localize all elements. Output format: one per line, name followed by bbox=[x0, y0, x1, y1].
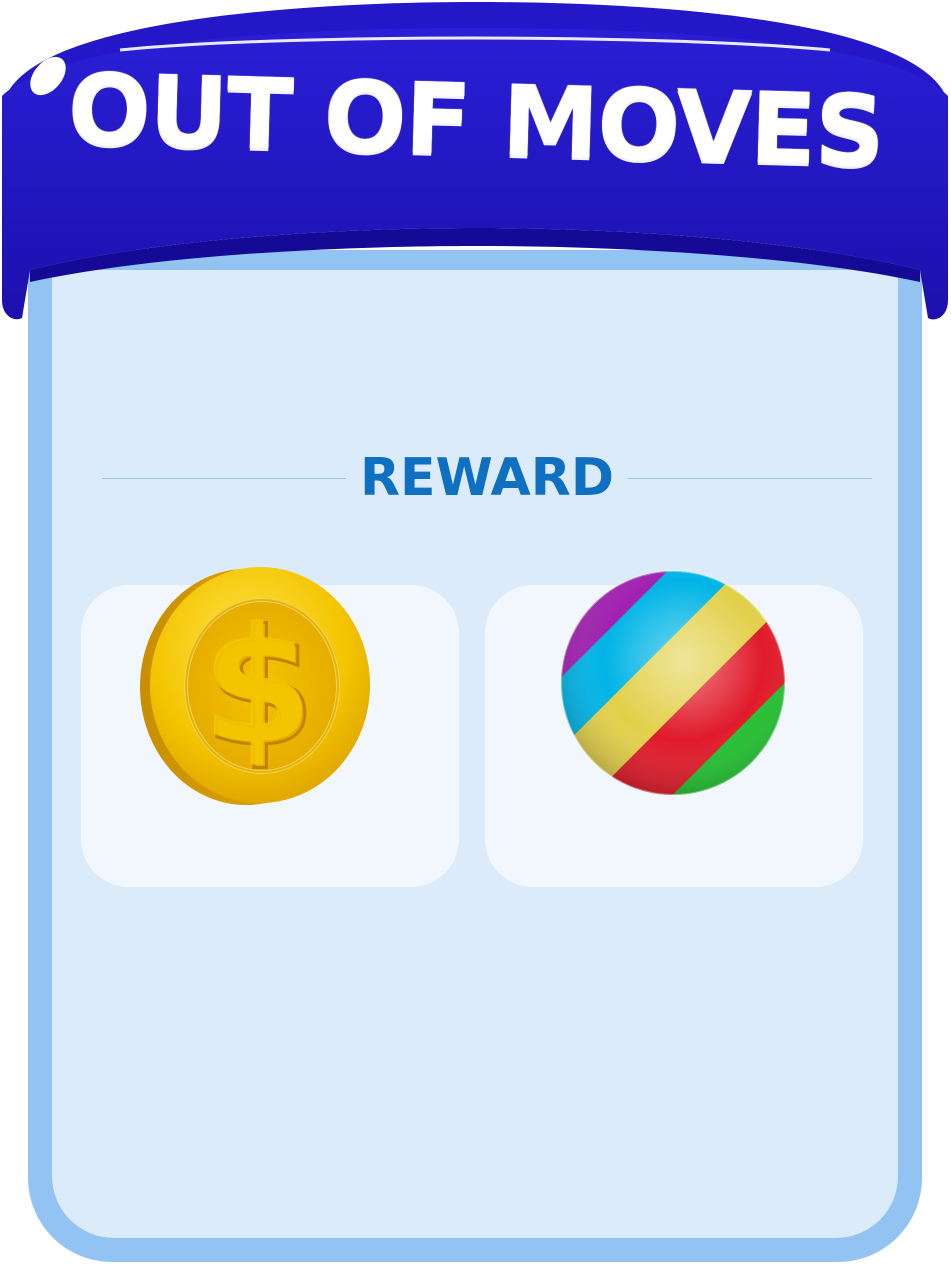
striped-ball-icon bbox=[560, 570, 786, 796]
popup-title: OUT OF MOVES bbox=[66, 52, 885, 190]
divider-right bbox=[628, 478, 872, 479]
reward-heading-row: REWARD bbox=[102, 446, 872, 510]
out-of-moves-popup: OUT OF MOVES REWARD $ $ bbox=[0, 0, 951, 1265]
dollar-coin-icon: $ $ bbox=[140, 567, 370, 805]
svg-text:$: $ bbox=[201, 592, 312, 779]
